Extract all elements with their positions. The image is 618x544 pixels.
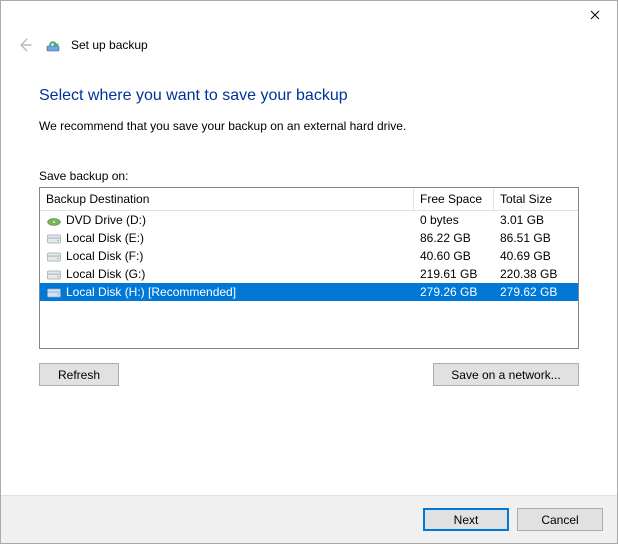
wizard-title: Set up backup [71, 38, 148, 52]
refresh-button[interactable]: Refresh [39, 363, 119, 386]
table-row[interactable]: DVD Drive (D:) 0 bytes3.01 GB [40, 211, 578, 229]
wizard-window: Set up backup Select where you want to s… [0, 0, 618, 544]
list-header: Backup Destination Free Space Total Size [40, 188, 578, 211]
table-row[interactable]: Local Disk (E:) 86.22 GB86.51 GB [40, 229, 578, 247]
list-label: Save backup on: [39, 169, 579, 183]
titlebar [1, 1, 617, 31]
cell-total-size: 220.38 GB [494, 267, 572, 281]
cell-destination: Local Disk (E:) [40, 230, 414, 246]
save-on-network-button[interactable]: Save on a network... [433, 363, 579, 386]
recommendation-text: We recommend that you save your backup o… [39, 119, 579, 133]
hard-disk-icon [46, 284, 62, 300]
cell-destination: DVD Drive (D:) [40, 212, 414, 228]
cancel-button[interactable]: Cancel [517, 508, 603, 531]
close-icon [590, 10, 600, 20]
table-row[interactable]: Local Disk (F:) 40.60 GB40.69 GB [40, 247, 578, 265]
hard-disk-icon [46, 266, 62, 282]
col-free-space[interactable]: Free Space [414, 188, 494, 210]
drive-name: Local Disk (H:) [Recommended] [66, 285, 236, 299]
next-button[interactable]: Next [423, 508, 509, 531]
cell-total-size: 86.51 GB [494, 231, 572, 245]
drive-name: Local Disk (E:) [66, 231, 144, 245]
drive-name: Local Disk (F:) [66, 249, 143, 263]
cell-free-space: 86.22 GB [414, 231, 494, 245]
col-total-size[interactable]: Total Size [494, 188, 572, 210]
cell-free-space: 40.60 GB [414, 249, 494, 263]
list-body: DVD Drive (D:) 0 bytes3.01 GB Local Disk (… [40, 211, 578, 301]
drive-name: Local Disk (G:) [66, 267, 145, 281]
close-button[interactable] [572, 1, 617, 29]
dvd-drive-icon [46, 212, 62, 228]
cell-free-space: 279.26 GB [414, 285, 494, 299]
cell-destination: Local Disk (G:) [40, 266, 414, 282]
cell-total-size: 3.01 GB [494, 213, 572, 227]
col-destination[interactable]: Backup Destination [40, 188, 414, 210]
hard-disk-icon [46, 230, 62, 246]
cell-total-size: 40.69 GB [494, 249, 572, 263]
table-row[interactable]: Local Disk (G:) 219.61 GB220.38 GB [40, 265, 578, 283]
hard-disk-icon [46, 248, 62, 264]
list-buttons: Refresh Save on a network... [39, 363, 579, 386]
back-arrow-icon [17, 37, 33, 53]
wizard-footer: Next Cancel [1, 495, 617, 543]
cell-destination: Local Disk (H:) [Recommended] [40, 284, 414, 300]
backup-icon [45, 37, 61, 53]
wizard-header: Set up backup [1, 31, 617, 65]
cell-free-space: 0 bytes [414, 213, 494, 227]
cell-total-size: 279.62 GB [494, 285, 572, 299]
drive-list[interactable]: Backup Destination Free Space Total Size… [39, 187, 579, 349]
wizard-content: Select where you want to save your backu… [1, 65, 617, 495]
drive-name: DVD Drive (D:) [66, 213, 146, 227]
table-row[interactable]: Local Disk (H:) [Recommended] 279.26 GB27… [40, 283, 578, 301]
back-button[interactable] [15, 35, 35, 55]
cell-destination: Local Disk (F:) [40, 248, 414, 264]
instruction-heading: Select where you want to save your backu… [39, 87, 579, 105]
cell-free-space: 219.61 GB [414, 267, 494, 281]
